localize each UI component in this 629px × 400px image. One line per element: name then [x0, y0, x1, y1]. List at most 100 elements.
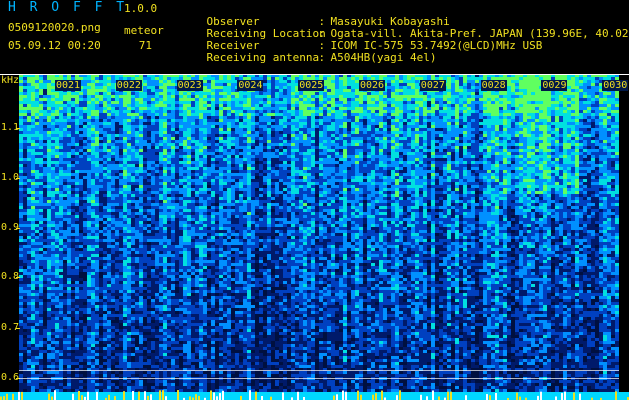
heatmap-cell [331, 137, 335, 140]
heatmap-cell [267, 89, 271, 92]
heatmap-cell [411, 131, 415, 134]
heatmap-cell [547, 107, 551, 110]
heatmap-cell [163, 89, 167, 92]
heatmap-cell [327, 131, 331, 134]
heatmap-cell [47, 116, 51, 119]
heatmap-cell [467, 170, 471, 173]
heatmap-cell [299, 119, 303, 122]
heatmap-cell [603, 158, 607, 161]
heatmap-cell [483, 98, 487, 101]
heatmap-cell [567, 83, 571, 86]
heatmap-cell [503, 131, 507, 134]
heatmap-cell [551, 122, 555, 125]
heatmap-cell [535, 83, 539, 86]
heatmap-cell [123, 143, 127, 146]
heatmap-cell [115, 119, 119, 122]
heatmap-cell [455, 137, 459, 140]
heatmap-cell [51, 113, 55, 116]
heatmap-cell [339, 161, 343, 164]
heatmap-cell [315, 125, 319, 128]
heatmap-cell [363, 119, 367, 122]
heatmap-cell [379, 152, 383, 155]
heatmap-cell [171, 122, 175, 125]
heatmap-cell [583, 161, 587, 164]
heatmap-cell [411, 146, 415, 149]
heatmap-cell [31, 116, 35, 119]
heatmap-cell [23, 116, 27, 119]
heatmap-cell [347, 80, 351, 83]
heatmap-cell [219, 128, 223, 131]
heatmap-cell [207, 161, 211, 164]
heatmap-cell [259, 137, 263, 140]
heatmap-cell [423, 143, 427, 146]
heatmap-cell [111, 164, 115, 167]
heatmap-cell [391, 164, 395, 167]
heatmap-cell [331, 152, 335, 155]
heatmap-cell [127, 128, 131, 131]
heatmap-cell [411, 125, 415, 128]
heatmap-cell [47, 173, 51, 176]
heatmap-cell [267, 77, 271, 80]
heatmap-cell [211, 137, 215, 140]
heatmap-cell [379, 161, 383, 164]
heatmap-cell [67, 134, 71, 137]
heatmap-cell [359, 137, 363, 140]
heatmap-cell [99, 119, 103, 122]
heatmap-cell [235, 164, 239, 167]
heatmap-cell [271, 125, 275, 128]
heatmap-cell [147, 134, 151, 137]
heatmap-cell [571, 92, 575, 95]
heatmap-cell [507, 95, 511, 98]
heatmap-cell [363, 107, 367, 110]
heatmap-cell [351, 89, 355, 92]
heatmap-cell [271, 149, 275, 152]
heatmap-cell [207, 158, 211, 161]
heatmap-cell [511, 146, 515, 149]
heatmap-cell [347, 164, 351, 167]
heatmap-cell [595, 131, 599, 134]
heatmap-cell [403, 140, 407, 143]
heatmap-cell [455, 116, 459, 119]
heatmap-cell [219, 137, 223, 140]
heatmap-cell [223, 167, 227, 170]
heatmap-cell [555, 125, 559, 128]
heatmap-cell [471, 107, 475, 110]
heatmap-cell [179, 143, 183, 146]
heatmap-cell [543, 149, 547, 152]
heatmap-cell [603, 113, 607, 116]
heatmap-cell [563, 107, 567, 110]
heatmap-cell [563, 146, 567, 149]
heatmap-cell [155, 86, 159, 89]
heatmap-cell [31, 167, 35, 170]
heatmap-cell [515, 83, 519, 86]
heatmap-cell [131, 92, 135, 95]
heatmap-cell [283, 140, 287, 143]
heatmap-cell [399, 83, 403, 86]
heatmap-cell [175, 116, 179, 119]
heatmap-cell [359, 161, 363, 164]
heatmap-cell [219, 164, 223, 167]
heatmap-cell [91, 101, 95, 104]
heatmap-cell [575, 122, 579, 125]
heatmap-cell [239, 128, 243, 131]
heatmap-cell [203, 149, 207, 152]
heatmap-cell [279, 89, 283, 92]
heatmap-cell [91, 152, 95, 155]
heatmap-cell [475, 167, 479, 170]
heatmap-cell [199, 158, 203, 161]
heatmap-cell [39, 140, 43, 143]
heatmap-cell [607, 143, 611, 146]
heatmap-cell [323, 92, 327, 95]
heatmap-cell [483, 116, 487, 119]
heatmap-cell [539, 161, 543, 164]
heatmap-cell [523, 149, 527, 152]
heatmap-cell [143, 140, 147, 143]
heatmap-cell [247, 104, 251, 107]
heatmap-cell [579, 89, 583, 92]
heatmap-cell [43, 164, 47, 167]
heatmap-cell [123, 137, 127, 140]
heatmap-cell [207, 125, 211, 128]
heatmap-cell [67, 125, 71, 128]
heatmap-cell [423, 92, 427, 95]
heatmap-cell [327, 77, 331, 80]
